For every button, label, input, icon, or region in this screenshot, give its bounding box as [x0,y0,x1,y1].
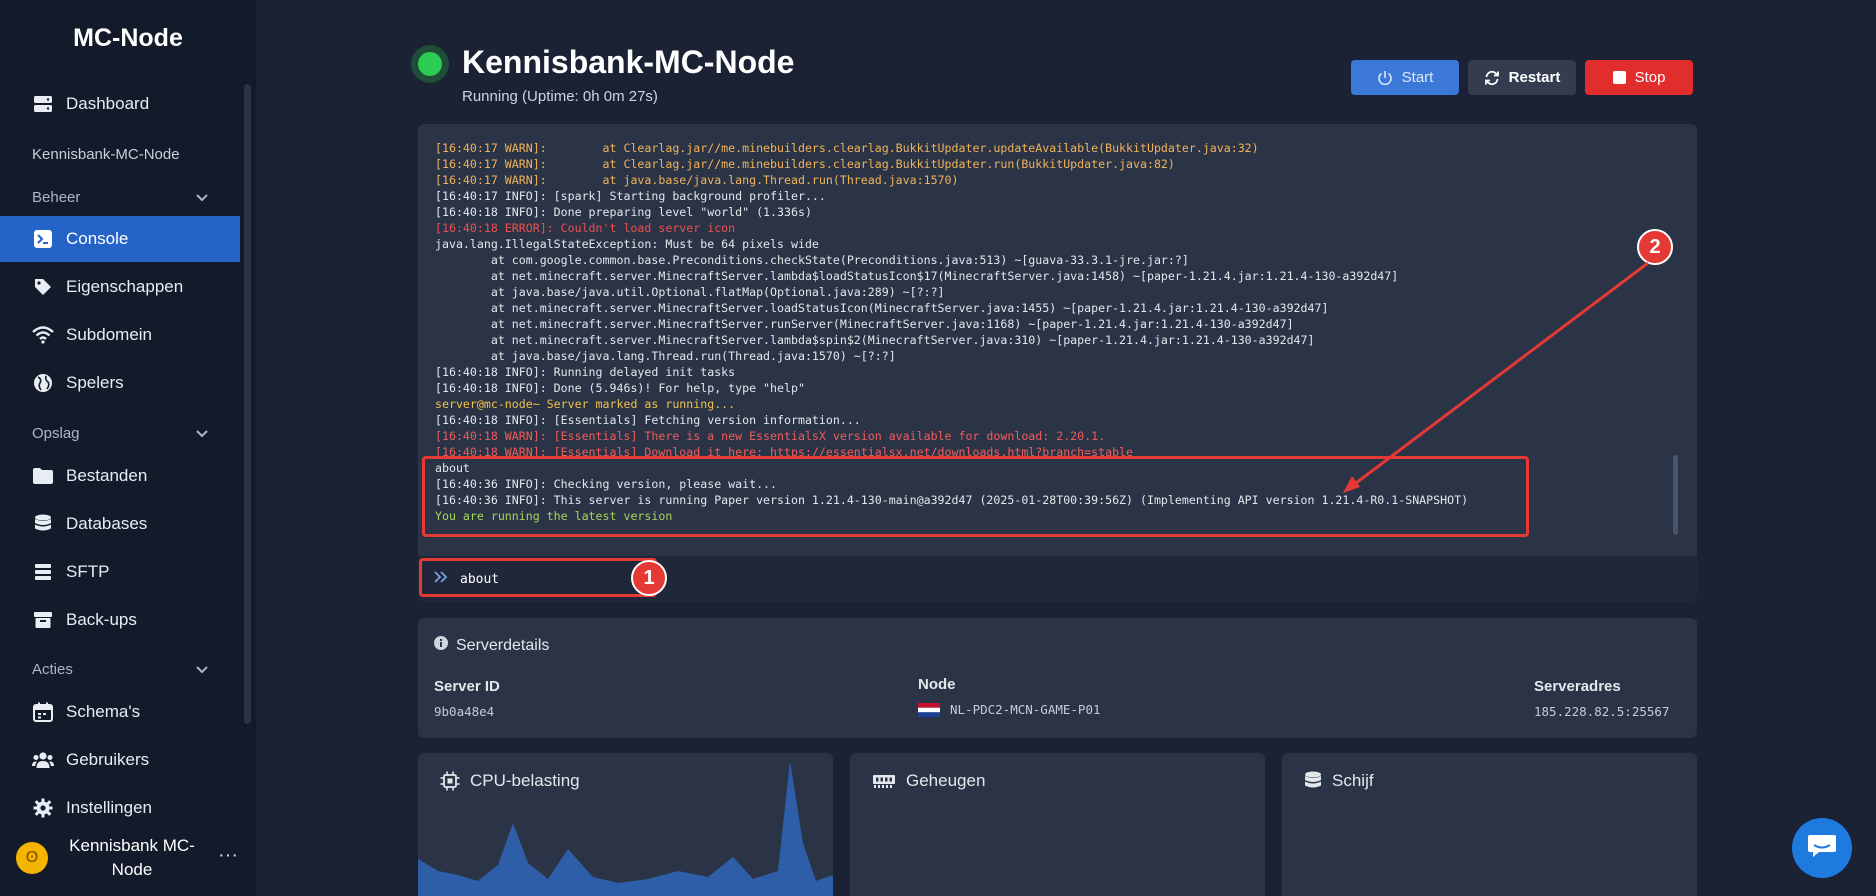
details-title: Serverdetails [456,636,550,654]
address-label: Serveradres [1534,678,1621,695]
disk-card-title: Schijf [1304,771,1374,791]
details-header: Serverdetails [434,636,549,655]
address-value[interactable]: 185.228.82.5:25567 [1534,704,1669,719]
memory-card: Geheugen [850,753,1265,896]
memory-card-title: Geheugen [872,771,985,791]
memory-label: Geheugen [906,771,986,790]
info-icon [434,636,448,655]
disk-card: Schijf [1282,753,1697,896]
node-name: NL-PDC2-MCN-GAME-P01 [950,702,1101,717]
server-details-panel: Serverdetails Server ID 9b0a48e4 Node NL… [418,618,1697,738]
node-value: NL-PDC2-MCN-GAME-P01 [918,702,1101,717]
cpu-card: CPU-belasting [418,753,833,896]
chat-support-button[interactable] [1792,818,1852,878]
server-id-value: 9b0a48e4 [434,704,495,719]
database-icon [1304,771,1322,791]
disk-label: Schijf [1332,771,1374,790]
server-id-label: Server ID [434,678,500,695]
netherlands-flag-icon [918,702,940,717]
memory-icon [872,773,896,789]
chat-icon [1807,833,1837,864]
cpu-sparkline [418,761,833,896]
node-label: Node [918,676,956,693]
